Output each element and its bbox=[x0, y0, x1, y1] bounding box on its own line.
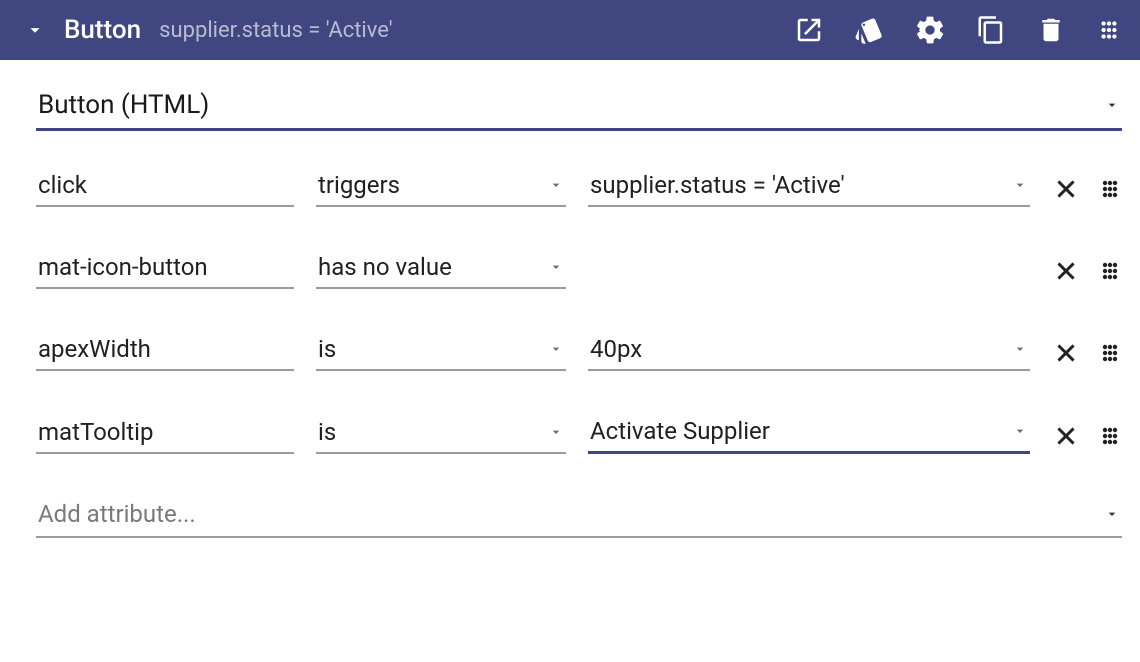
caret-down-icon bbox=[548, 424, 564, 440]
trash-icon bbox=[1036, 15, 1066, 45]
attribute-operator-select[interactable]: triggers bbox=[316, 167, 566, 207]
drag-grid-icon bbox=[1098, 177, 1122, 201]
open-in-new-icon bbox=[794, 15, 824, 45]
caret-down-icon bbox=[548, 177, 564, 193]
row-drag-handle[interactable] bbox=[1098, 177, 1122, 201]
attribute-row: apexWidth is 40px bbox=[36, 331, 1122, 371]
add-attribute-row: Add attribute... bbox=[36, 496, 1122, 538]
attribute-row: click triggers supplier.status = 'Active' bbox=[36, 167, 1122, 207]
attribute-value-text: supplier.status = 'Active' bbox=[590, 171, 845, 199]
attribute-value-select[interactable]: supplier.status = 'Active' bbox=[588, 167, 1030, 207]
attribute-row: mat-icon-button has no value bbox=[36, 249, 1122, 289]
attribute-operator-select[interactable]: has no value bbox=[316, 249, 566, 289]
add-attribute-placeholder: Add attribute... bbox=[38, 500, 196, 528]
copy-button[interactable] bbox=[976, 15, 1006, 45]
header-title: Button bbox=[64, 15, 141, 45]
attribute-name-input[interactable]: apexWidth bbox=[36, 331, 294, 371]
remove-attribute-button[interactable] bbox=[1052, 339, 1080, 367]
attribute-value-text: 40px bbox=[590, 335, 642, 363]
remove-attribute-button[interactable] bbox=[1052, 422, 1080, 450]
drag-grid-icon bbox=[1098, 341, 1122, 365]
attribute-name-text: click bbox=[38, 171, 87, 199]
drag-grid-icon bbox=[1098, 259, 1122, 283]
caret-down-icon bbox=[1104, 97, 1120, 113]
row-actions bbox=[1052, 339, 1122, 371]
copy-icon bbox=[976, 15, 1006, 45]
attribute-rows: click triggers supplier.status = 'Active' m… bbox=[36, 167, 1122, 454]
caret-down-icon bbox=[1012, 341, 1028, 357]
attribute-operator-select[interactable]: is bbox=[316, 414, 566, 454]
caret-down-icon bbox=[548, 259, 564, 275]
style-icon bbox=[854, 15, 884, 45]
attribute-name-text: apexWidth bbox=[38, 335, 151, 363]
row-drag-handle[interactable] bbox=[1098, 259, 1122, 283]
row-actions bbox=[1052, 257, 1122, 289]
attribute-operator-text: triggers bbox=[318, 171, 400, 199]
header-bar: Button supplier.status = 'Active' bbox=[0, 0, 1140, 60]
close-icon bbox=[1052, 175, 1080, 203]
chevron-down-icon bbox=[24, 19, 46, 41]
attribute-name-input[interactable]: matTooltip bbox=[36, 414, 294, 454]
attribute-name-text: matTooltip bbox=[38, 418, 154, 446]
attribute-value-select[interactable]: Activate Supplier bbox=[588, 413, 1030, 454]
attribute-name-input[interactable]: click bbox=[36, 167, 294, 207]
close-icon bbox=[1052, 339, 1080, 367]
collapse-chevron[interactable] bbox=[24, 19, 46, 41]
attribute-operator-text: is bbox=[318, 335, 336, 363]
drag-grid-icon bbox=[1096, 17, 1122, 43]
attribute-value-text: Activate Supplier bbox=[590, 417, 770, 445]
header-toolbar bbox=[794, 14, 1122, 46]
caret-down-icon bbox=[548, 341, 564, 357]
gear-icon bbox=[914, 14, 946, 46]
attribute-name-text: mat-icon-button bbox=[38, 253, 208, 281]
style-button[interactable] bbox=[854, 15, 884, 45]
attribute-row: matTooltip is Activate Supplier bbox=[36, 413, 1122, 454]
drag-handle-header[interactable] bbox=[1096, 17, 1122, 43]
attribute-value-select[interactable]: 40px bbox=[588, 331, 1030, 371]
row-drag-handle[interactable] bbox=[1098, 424, 1122, 448]
row-drag-handle[interactable] bbox=[1098, 341, 1122, 365]
remove-attribute-button[interactable] bbox=[1052, 175, 1080, 203]
row-actions bbox=[1052, 422, 1122, 454]
close-icon bbox=[1052, 257, 1080, 285]
element-type-label: Button (HTML) bbox=[38, 90, 209, 120]
caret-down-icon bbox=[1012, 423, 1028, 439]
remove-attribute-button[interactable] bbox=[1052, 257, 1080, 285]
add-attribute-select[interactable]: Add attribute... bbox=[36, 496, 1122, 538]
attribute-operator-text: is bbox=[318, 418, 336, 446]
attribute-operator-text: has no value bbox=[318, 253, 452, 281]
header-subtitle: supplier.status = 'Active' bbox=[159, 18, 393, 43]
open-external-button[interactable] bbox=[794, 15, 824, 45]
drag-grid-icon bbox=[1098, 424, 1122, 448]
attribute-operator-select[interactable]: is bbox=[316, 331, 566, 371]
attribute-name-input[interactable]: mat-icon-button bbox=[36, 249, 294, 289]
element-type-select[interactable]: Button (HTML) bbox=[36, 84, 1122, 131]
panel-body: Button (HTML) click triggers supplier.stat… bbox=[0, 60, 1140, 538]
caret-down-icon bbox=[1104, 506, 1120, 522]
row-actions bbox=[1052, 175, 1122, 207]
caret-down-icon bbox=[1012, 177, 1028, 193]
element-type-row: Button (HTML) bbox=[36, 84, 1122, 131]
close-icon bbox=[1052, 422, 1080, 450]
delete-button[interactable] bbox=[1036, 15, 1066, 45]
settings-button[interactable] bbox=[914, 14, 946, 46]
